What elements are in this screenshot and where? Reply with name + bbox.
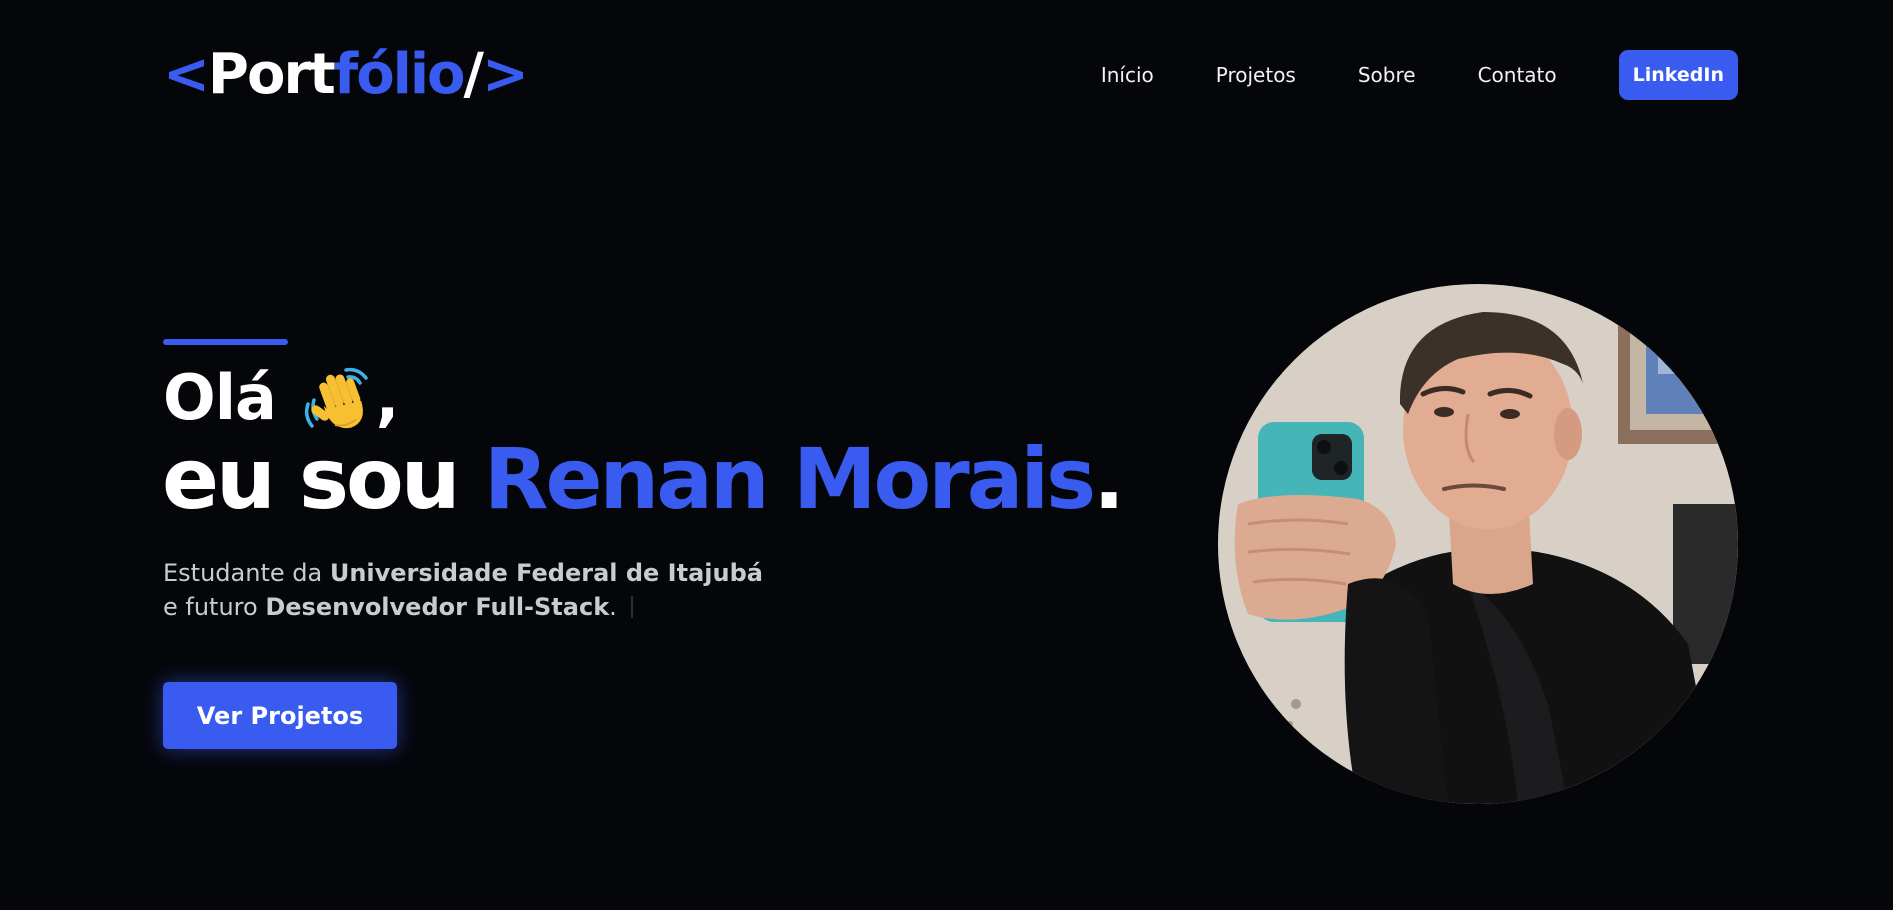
hero-subtitle: Estudante da Universidade Federal de Ita… [163,556,763,624]
header: <Portfólio/> Início Projetos Sobre Conta… [163,40,1738,110]
subtitle-line2-suffix: . [609,593,617,621]
headline-period: . [1093,430,1125,528]
nav-link-contato[interactable]: Contato [1478,63,1557,87]
hero-accent-line [163,339,288,345]
page: <Portfólio/> Início Projetos Sobre Conta… [0,0,1893,910]
subtitle-role: Desenvolvedor Full-Stack [265,593,610,621]
typing-cursor [630,596,633,618]
logo-close-bracket: > [481,42,529,107]
hero-headline: eu sou Renan Morais. [162,437,1125,521]
hero-greeting: Olá , [163,361,400,436]
ver-projetos-button[interactable]: Ver Projetos [163,682,397,749]
logo-accent-text: fólio [333,42,466,107]
subtitle-line-1: Estudante da Universidade Federal de Ita… [163,556,763,590]
greeting-comma: , [375,361,400,434]
waving-hand-icon [302,364,372,436]
nav-link-projetos[interactable]: Projetos [1216,63,1296,87]
logo[interactable]: <Portfólio/> [163,47,529,103]
headline-prefix: eu sou [162,430,484,528]
nav-link-inicio[interactable]: Início [1101,63,1154,87]
greeting-text: Olá [163,361,277,434]
nav-link-sobre[interactable]: Sobre [1358,63,1416,87]
headline-name: Renan Morais [483,430,1096,528]
subtitle-line1-prefix: Estudante da [163,559,330,587]
logo-open-bracket: < [163,42,210,107]
subtitle-line2-prefix: e futuro [163,593,266,621]
subtitle-line-2: e futuro Desenvolvedor Full-Stack. [163,590,763,624]
profile-photo [1218,284,1738,804]
main-nav: Início Projetos Sobre Contato LinkedIn [1101,50,1738,100]
logo-main-text: Port [207,42,336,107]
subtitle-university: Universidade Federal de Itajubá [329,559,763,587]
linkedin-button[interactable]: LinkedIn [1618,50,1738,100]
logo-slash: / [463,42,485,107]
